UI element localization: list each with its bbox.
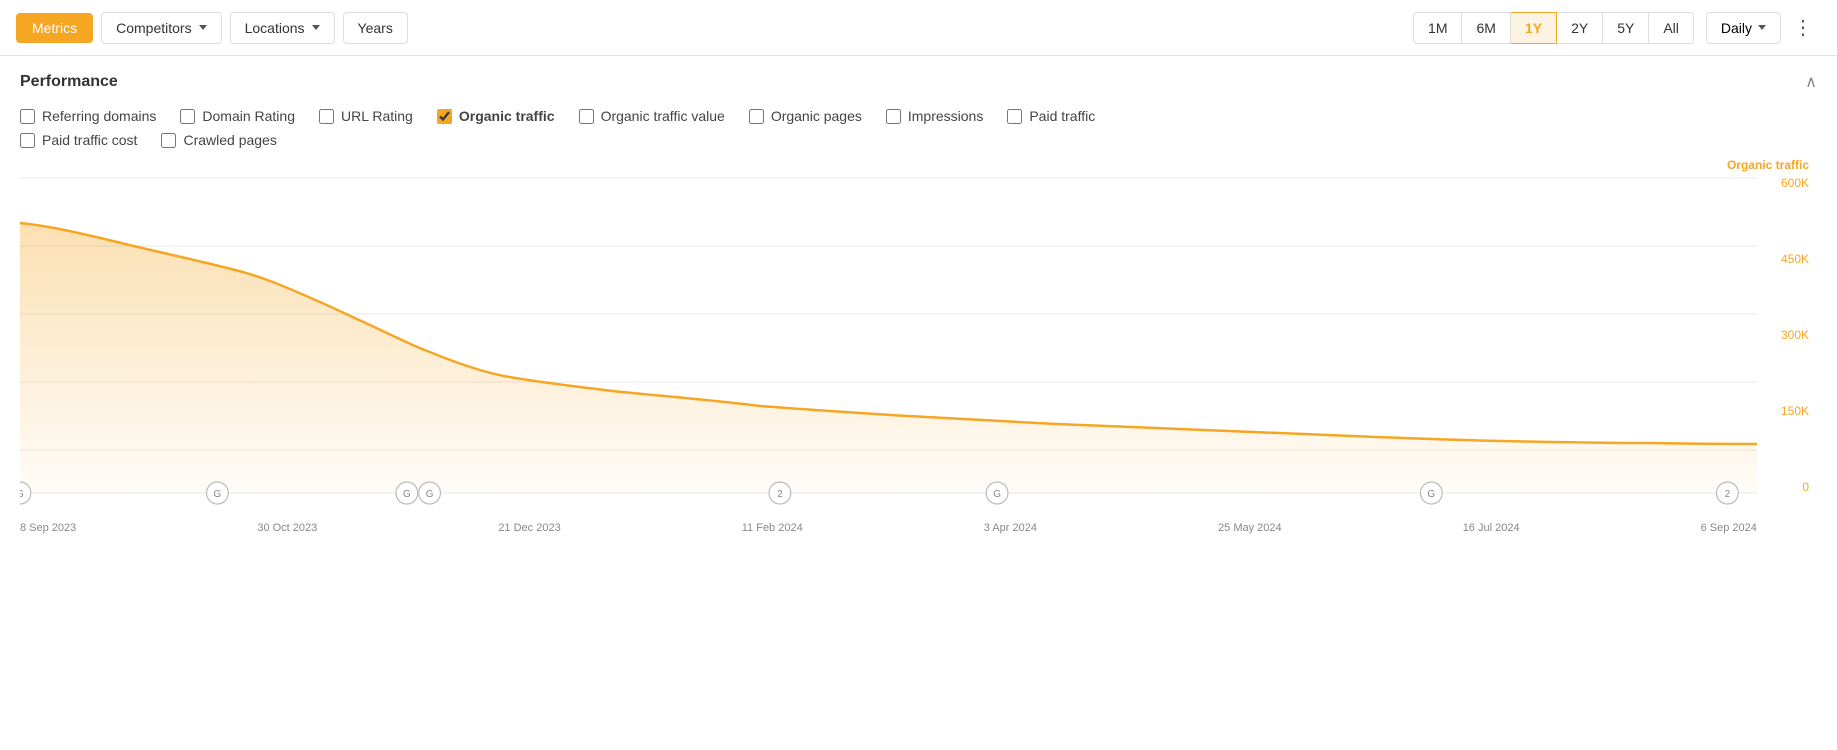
number-marker-2-label: 2: [1725, 489, 1731, 500]
locations-button[interactable]: Locations: [230, 12, 335, 44]
x-label-5: 3 Apr 2024: [984, 522, 1037, 534]
y-label-0: 0: [1802, 480, 1809, 494]
url-rating-label: URL Rating: [341, 108, 413, 124]
impressions-label: Impressions: [908, 108, 983, 124]
collapse-button[interactable]: ∧: [1805, 72, 1817, 92]
years-label: Years: [358, 20, 393, 36]
metric-referring-domains[interactable]: Referring domains: [20, 108, 156, 124]
paid-traffic-label: Paid traffic: [1029, 108, 1095, 124]
crawled-pages-label: Crawled pages: [183, 132, 276, 148]
x-axis-labels: 8 Sep 2023 30 Oct 2023 21 Dec 2023 11 Fe…: [20, 518, 1757, 534]
chart-svg-area: G G G G 2 G G 2: [20, 158, 1757, 534]
metric-organic-traffic-value[interactable]: Organic traffic value: [579, 108, 725, 124]
y-label-150k: 150K: [1781, 404, 1809, 418]
more-options-button[interactable]: ⋮: [1785, 11, 1821, 44]
metrics-button[interactable]: Metrics: [16, 13, 93, 43]
domain-rating-label: Domain Rating: [202, 108, 295, 124]
daily-label: Daily: [1721, 20, 1752, 36]
time-1y[interactable]: 1Y: [1511, 12, 1557, 44]
referring-domains-checkbox[interactable]: [20, 109, 35, 124]
metric-organic-pages[interactable]: Organic pages: [749, 108, 862, 124]
time-5y[interactable]: 5Y: [1603, 12, 1649, 44]
metric-paid-traffic-cost[interactable]: Paid traffic cost: [20, 132, 137, 148]
url-rating-checkbox[interactable]: [319, 109, 334, 124]
toolbar: Metrics Competitors Locations Years 1M 6…: [0, 0, 1837, 56]
competitors-button[interactable]: Competitors: [101, 12, 221, 44]
metric-paid-traffic[interactable]: Paid traffic: [1007, 108, 1095, 124]
google-marker-6-label: G: [1427, 489, 1435, 500]
x-label-2: 30 Oct 2023: [257, 522, 317, 534]
time-6m[interactable]: 6M: [1462, 12, 1510, 44]
x-label-7: 16 Jul 2024: [1463, 522, 1520, 534]
performance-header: Performance ∧: [20, 72, 1817, 92]
organic-traffic-value-label: Organic traffic value: [601, 108, 725, 124]
metric-organic-traffic[interactable]: Organic traffic: [437, 108, 555, 124]
impressions-checkbox[interactable]: [886, 109, 901, 124]
domain-rating-checkbox[interactable]: [180, 109, 195, 124]
locations-label: Locations: [245, 20, 305, 36]
x-label-3: 21 Dec 2023: [498, 522, 560, 534]
time-all[interactable]: All: [1649, 12, 1694, 44]
organic-traffic-label: Organic traffic: [459, 108, 555, 124]
organic-pages-label: Organic pages: [771, 108, 862, 124]
google-marker-3-label: G: [403, 489, 411, 500]
organic-traffic-value-checkbox[interactable]: [579, 109, 594, 124]
time-2y[interactable]: 2Y: [1557, 12, 1603, 44]
years-button[interactable]: Years: [343, 12, 408, 44]
locations-chevron-icon: [312, 25, 320, 30]
competitors-chevron-icon: [199, 25, 207, 30]
daily-chevron-icon: [1758, 25, 1766, 30]
referring-domains-label: Referring domains: [42, 108, 156, 124]
google-marker-1-label: G: [20, 489, 24, 500]
performance-section: Performance ∧ Referring domains Domain R…: [0, 56, 1837, 148]
daily-button[interactable]: Daily: [1706, 12, 1781, 44]
chart-area-fill: [20, 223, 1757, 493]
chart-y-axis-title: Organic traffic: [1727, 158, 1809, 172]
toolbar-left: Metrics Competitors Locations Years: [16, 12, 408, 44]
paid-traffic-cost-label: Paid traffic cost: [42, 132, 137, 148]
y-axis-labels: 600K 450K 300K 150K 0: [1757, 158, 1817, 534]
number-marker-1-label: 2: [777, 489, 783, 500]
chart-container: Organic traffic: [0, 158, 1837, 534]
paid-traffic-checkbox[interactable]: [1007, 109, 1022, 124]
metrics-row-2: Paid traffic cost Crawled pages: [20, 132, 1817, 148]
performance-title: Performance: [20, 73, 118, 91]
metric-url-rating[interactable]: URL Rating: [319, 108, 413, 124]
time-range-group: 1M 6M 1Y 2Y 5Y All: [1413, 12, 1694, 44]
metrics-row-1: Referring domains Domain Rating URL Rati…: [20, 108, 1817, 124]
y-label-450k: 450K: [1781, 252, 1809, 266]
chart-body: G G G G 2 G G 2: [20, 158, 1817, 534]
metric-impressions[interactable]: Impressions: [886, 108, 983, 124]
chart-svg: G G G G 2 G G 2: [20, 158, 1757, 518]
toolbar-right: 1M 6M 1Y 2Y 5Y All Daily ⋮: [1413, 11, 1821, 44]
google-marker-5-label: G: [993, 489, 1001, 500]
crawled-pages-checkbox[interactable]: [161, 133, 176, 148]
x-label-6: 25 May 2024: [1218, 522, 1282, 534]
metric-domain-rating[interactable]: Domain Rating: [180, 108, 295, 124]
google-marker-4-label: G: [426, 489, 434, 500]
metric-crawled-pages[interactable]: Crawled pages: [161, 132, 276, 148]
paid-traffic-cost-checkbox[interactable]: [20, 133, 35, 148]
x-label-4: 11 Feb 2024: [742, 522, 803, 534]
organic-pages-checkbox[interactable]: [749, 109, 764, 124]
x-label-8: 6 Sep 2024: [1701, 522, 1757, 534]
organic-traffic-checkbox[interactable]: [437, 109, 452, 124]
competitors-label: Competitors: [116, 20, 191, 36]
time-1m[interactable]: 1M: [1413, 12, 1462, 44]
y-label-600k: 600K: [1781, 176, 1809, 190]
x-label-1: 8 Sep 2023: [20, 522, 76, 534]
google-marker-2-label: G: [214, 489, 222, 500]
y-label-300k: 300K: [1781, 328, 1809, 342]
